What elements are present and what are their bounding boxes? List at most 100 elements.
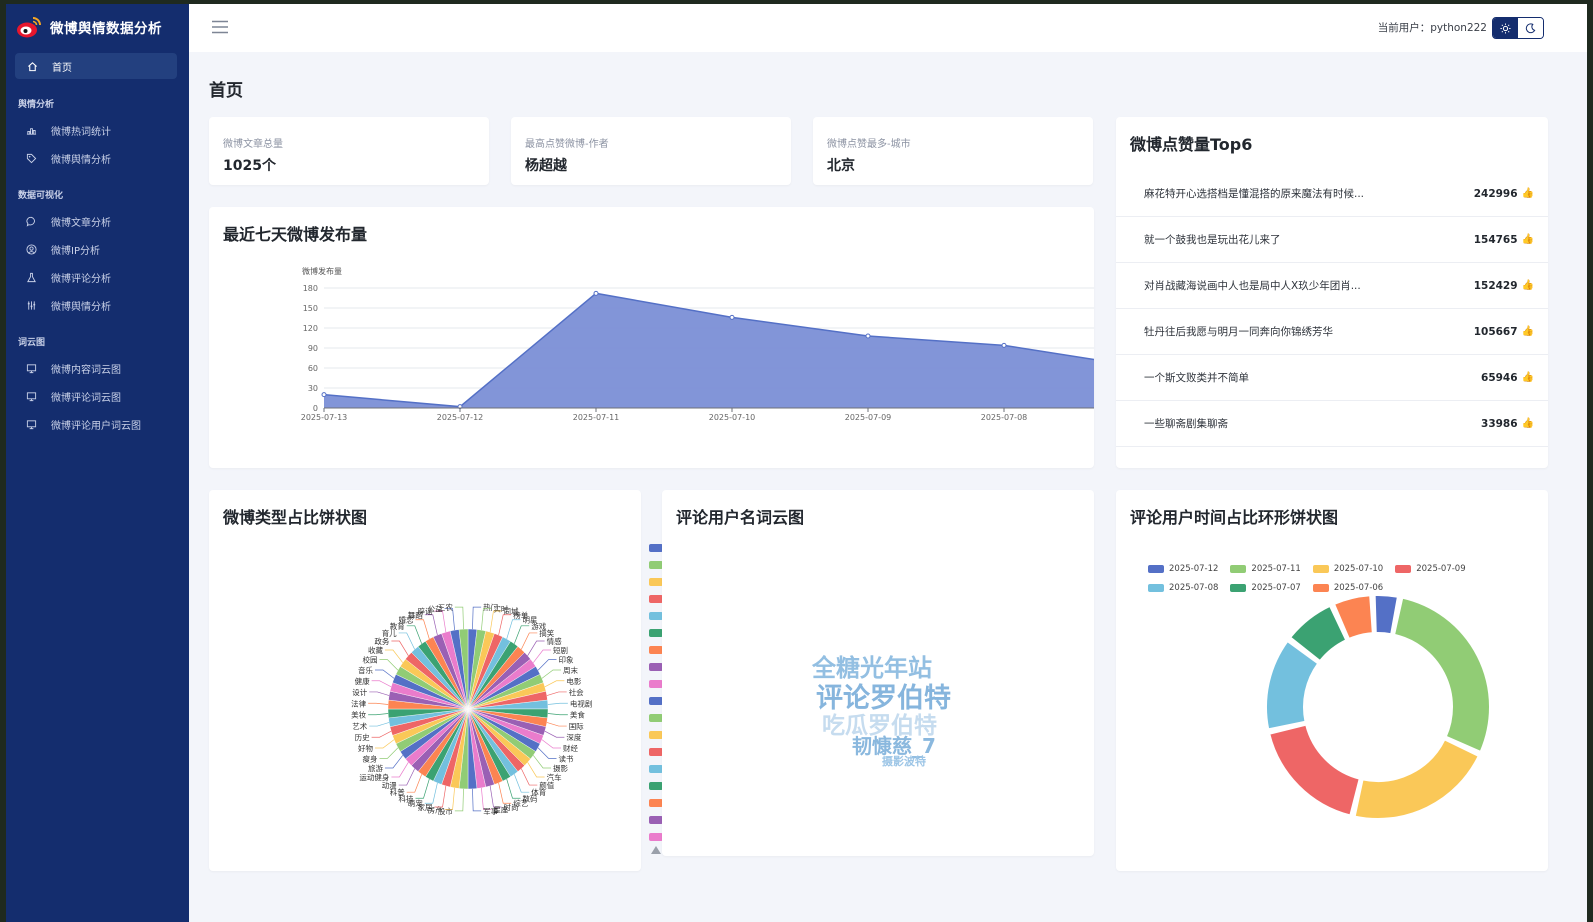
legend-swatch[interactable] — [649, 578, 663, 586]
legend-swatch[interactable] — [649, 629, 663, 637]
sidebar-item-opinion-chart[interactable]: 微博舆情分析 — [26, 296, 111, 314]
legend-swatch[interactable] — [649, 697, 663, 705]
menu-toggle-icon[interactable] — [211, 20, 229, 34]
sidebar-item-content-cloud[interactable]: 微博内容词云图 — [26, 359, 121, 377]
list-item[interactable]: 一个斯文败类并不简单 65946 👍 — [1116, 355, 1548, 401]
y-tick-label: 120 — [303, 324, 318, 333]
x-tick-label: 2025-07-12 — [437, 413, 484, 422]
legend-swatch[interactable] — [649, 816, 663, 824]
sidebar-item-article[interactable]: 微博文章分析 — [26, 212, 111, 230]
label-leader-line — [371, 730, 392, 738]
legend-swatch[interactable] — [649, 731, 663, 739]
sidebar-section-title: 数据可视化 — [18, 191, 64, 201]
list-item-text: 对肖战藏海说画中人也是局中人X玖少年团肖... — [1144, 280, 1361, 292]
sidebar-item-user-cloud[interactable]: 微博评论用户词云图 — [26, 415, 141, 433]
pie-label: 好物 — [358, 743, 373, 753]
list-item[interactable]: 就一个鼓我也是玩出花儿来了 154765 👍 — [1116, 217, 1548, 263]
pie-label: 美食 — [570, 710, 586, 720]
legend-swatch[interactable] — [649, 799, 663, 807]
legend-swatch[interactable] — [649, 646, 663, 654]
legend-swatch[interactable] — [649, 714, 663, 722]
legend-item[interactable]: 2025-07-11 — [1230, 561, 1301, 577]
label-leader-line — [406, 625, 423, 644]
label-leader-line — [541, 669, 561, 679]
label-leader-line — [391, 762, 409, 778]
legend-item[interactable]: 2025-07-09 — [1395, 561, 1466, 577]
legend-swatch[interactable] — [649, 680, 663, 688]
wordcloud: 全糖光年站 评论罗伯特 吃瓜罗伯特 韧慷慈_7 摄影波特 — [662, 490, 1094, 856]
legend-swatch[interactable] — [649, 833, 663, 841]
list-item-text: 一个斯文败类并不简单 — [1144, 372, 1249, 384]
moon-icon — [1525, 22, 1536, 33]
wordcloud-card: 评论用户名词云图 全糖光年站 评论罗伯特 吃瓜罗伯特 韧慷慈_7 摄影波特 — [662, 490, 1094, 856]
list-item[interactable]: 一些聊斋剧集聊斋 33986 👍 — [1116, 401, 1548, 447]
legend-swatch[interactable] — [649, 612, 663, 620]
legend-scroll-up-icon[interactable] — [650, 845, 662, 855]
pie-chart-card: 微博类型占比饼状图 热门 实时 同城 榜单 明星 游戏 搞笑 情感 短剧 印象 周末 电影 社会 电视剧美… — [209, 490, 641, 871]
sidebar-item-hotword[interactable]: 微博热词统计 — [26, 121, 111, 139]
pie-label: 印象 — [559, 655, 574, 665]
dashboard-icon — [26, 127, 37, 135]
y-axis-label: 微博发布量 — [302, 266, 342, 276]
line-chart: 微博发布量 0 30 60 90 120 150 180 2025-07-13 2025-07-1… — [301, 266, 1094, 422]
label-leader-line — [527, 762, 545, 778]
sidebar-item-opinion[interactable]: 微博舆情分析 — [26, 149, 111, 167]
x-tick-label: 2025-07-11 — [573, 413, 620, 422]
sidebar-item-comment[interactable]: 微博评论分析 — [26, 268, 111, 286]
x-tick-label: 2025-07-10 — [709, 413, 756, 422]
list-item[interactable]: 麻花特开心选搭档是懂混搭的原来魔法有时候... 242996 👍 — [1116, 171, 1548, 217]
stat-label: 微博文章总量 — [223, 139, 283, 150]
wordcloud-word: 摄影波特 — [882, 755, 926, 768]
sidebar-item-ip[interactable]: 微博IP分析 — [26, 240, 100, 258]
legend-swatch[interactable] — [649, 561, 663, 569]
sidebar-item-comment-cloud[interactable]: 微博评论词云图 — [26, 387, 121, 405]
light-mode-button[interactable] — [1493, 18, 1518, 38]
label-leader-line — [375, 669, 395, 679]
legend-swatch[interactable] — [649, 595, 663, 603]
donut-chart — [1265, 594, 1491, 820]
y-tick-label: 0 — [313, 404, 318, 413]
label-leader-line — [532, 755, 552, 769]
list-item[interactable]: 对肖战藏海说画中人也是局中人X玖少年团肖... 152429 👍 — [1116, 263, 1548, 309]
legend-swatch — [1230, 565, 1247, 573]
pie-label: 军事 — [483, 806, 498, 816]
brand[interactable]: 微博舆情数据分析 — [16, 14, 162, 40]
label-leader-line — [498, 782, 512, 804]
label-leader-line — [513, 774, 530, 793]
legend-swatch[interactable] — [649, 765, 663, 773]
legend-item[interactable]: 2025-07-12 — [1148, 561, 1218, 577]
label-leader-line — [406, 774, 423, 793]
legend-swatch[interactable] — [649, 748, 663, 756]
legend-swatch[interactable] — [649, 544, 663, 552]
sidebar-item-home[interactable]: 首页 — [15, 53, 177, 79]
flask-icon — [27, 272, 36, 282]
pie-label: 摄影 — [553, 763, 568, 773]
dark-mode-button[interactable] — [1518, 18, 1543, 38]
legend-label: 2025-07-09 — [1416, 564, 1466, 574]
top-header: 当前用户：python222 — [189, 4, 1587, 52]
pie-label: 社会 — [569, 687, 584, 697]
like-count: 105667 — [1473, 325, 1518, 338]
thumbs-up-icon: 👍 — [1521, 372, 1534, 383]
stat-label: 最高点赞微博-作者 — [525, 139, 609, 150]
legend-item[interactable]: 2025-07-10 — [1312, 561, 1383, 577]
x-tick-label: 2025-07-09 — [845, 413, 892, 422]
pie-label: 旅游 — [368, 763, 383, 773]
pie-label: 读书 — [559, 753, 574, 763]
theme-toggle[interactable] — [1492, 17, 1544, 39]
current-user-label: 当前用户：python222 — [1377, 22, 1487, 34]
pie-label: 情感 — [547, 636, 562, 646]
label-leader-line — [532, 649, 552, 663]
list-item[interactable]: 牡丹往后我愿与明月一同奔向你锦绣芳华 105667 👍 — [1116, 309, 1548, 355]
thumbs-up-icon: 👍 — [1521, 188, 1534, 199]
label-leader-line — [527, 640, 545, 656]
page-title: 首页 — [209, 81, 243, 101]
legend-swatch[interactable] — [649, 782, 663, 790]
legend-swatch[interactable] — [649, 663, 663, 671]
donut-slice — [1353, 737, 1481, 820]
label-leader-line — [379, 747, 399, 759]
thumbs-up-icon: 👍 — [1521, 280, 1534, 291]
donut-slice — [1373, 594, 1400, 636]
label-leader-line — [415, 778, 430, 799]
like-count: 242996 — [1473, 187, 1518, 200]
